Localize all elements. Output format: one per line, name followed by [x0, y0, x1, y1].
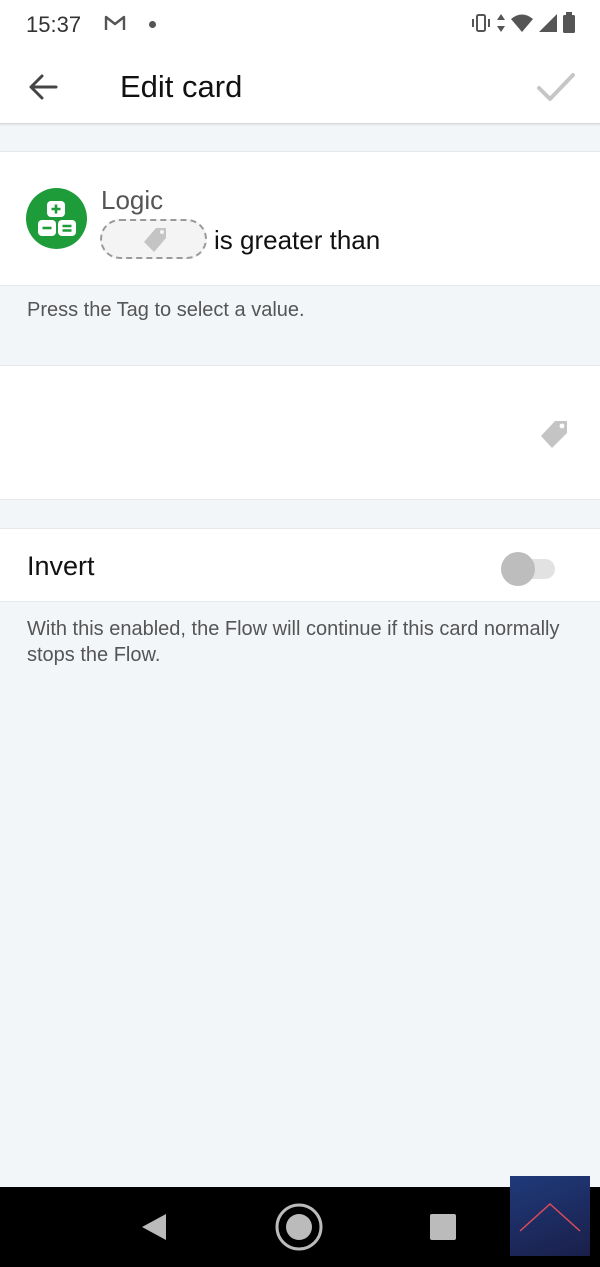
nav-back-icon[interactable] — [140, 1212, 168, 1247]
invert-toggle[interactable] — [501, 552, 555, 586]
battery-icon — [562, 12, 576, 39]
tag-button[interactable] — [538, 418, 570, 450]
hint-text: Press the Tag to select a value. — [27, 299, 305, 321]
toggle-thumb — [501, 552, 535, 586]
app-bar: Edit card — [0, 50, 600, 124]
chevron-up-icon — [519, 1202, 581, 1232]
tag-icon — [541, 421, 567, 448]
nav-home-icon[interactable] — [274, 1202, 324, 1257]
invert-label: Invert — [27, 551, 95, 581]
signal-icon — [538, 13, 558, 38]
condition-text: is greater than — [214, 225, 381, 255]
logic-calculator-icon — [26, 188, 87, 249]
gmail-icon — [104, 14, 126, 37]
nav-recents-icon[interactable] — [430, 1214, 456, 1240]
notification-dot — [149, 21, 156, 28]
scroll-to-top-button[interactable] — [510, 1176, 590, 1256]
status-bar: 15:37 — [0, 0, 600, 50]
tag-slot-button[interactable] — [100, 219, 207, 259]
card-summary: Logic is greater than — [0, 151, 600, 286]
status-time: 15:37 — [26, 12, 82, 37]
back-button[interactable] — [22, 67, 62, 107]
vibrate-icon — [470, 12, 492, 39]
wifi-icon — [510, 13, 534, 38]
card-category: Logic — [101, 185, 164, 215]
tag-icon — [144, 228, 166, 252]
invert-row: Invert — [0, 528, 600, 602]
arrow-left-icon — [29, 74, 58, 100]
data-arrows-icon — [496, 12, 506, 39]
value-field[interactable] — [0, 365, 600, 500]
page-title: Edit card — [120, 69, 243, 104]
save-button[interactable] — [534, 67, 578, 107]
status-icons — [470, 12, 576, 39]
check-icon — [537, 73, 575, 101]
invert-description: With this enabled, the Flow will continu… — [27, 618, 560, 666]
